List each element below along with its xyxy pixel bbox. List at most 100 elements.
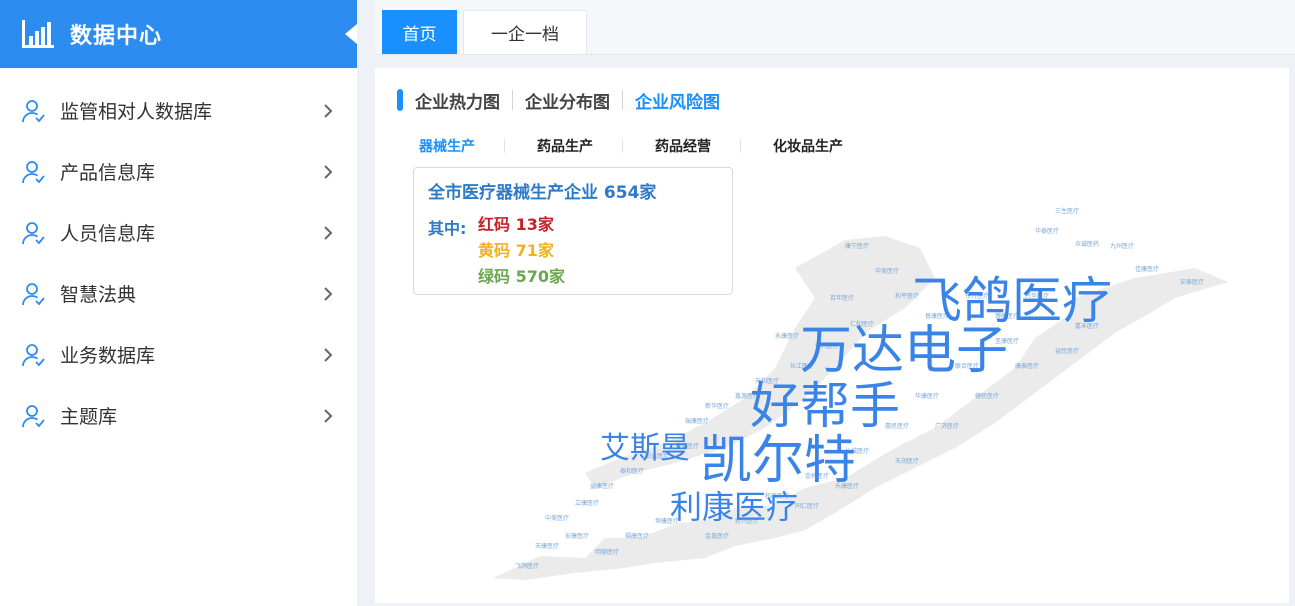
sidebar-item-smart-code[interactable]: 智慧法典 [0, 263, 357, 324]
tab-enterprise-profile[interactable]: 一企一档 [463, 10, 587, 54]
sidebar-item-product-info[interactable]: 产品信息库 [0, 141, 357, 202]
user-icon [20, 342, 46, 368]
svg-text:鑫源医疗: 鑫源医疗 [735, 392, 759, 400]
subtab-marker [397, 89, 403, 111]
svg-text:博爱医疗: 博爱医疗 [675, 442, 699, 450]
red-code-count: 红码 13家 [478, 215, 554, 234]
sidebar-item-label: 监管相对人数据库 [60, 101, 213, 123]
brand-title: 数据中心 [70, 24, 163, 49]
svg-text:兴华医疗: 兴华医疗 [1025, 292, 1049, 300]
summary-title: 全市医疗器械生产企业 654家 [428, 178, 718, 203]
sidebar-item-topic-library[interactable]: 主题库 [0, 385, 357, 446]
bar-chart-icon [20, 18, 56, 50]
svg-text:普康医疗: 普康医疗 [925, 312, 949, 320]
chevron-right-icon [321, 347, 335, 362]
tab-bar: 首页 一企一档 [375, 0, 1295, 55]
svg-text:和平医疗: 和平医疗 [895, 292, 919, 300]
svg-text:佳康医疗: 佳康医疗 [1135, 265, 1159, 273]
tab-home[interactable]: 首页 [382, 10, 457, 54]
sidebar-item-label: 主题库 [60, 406, 118, 428]
yellow-code-count: 黄码 71家 [478, 241, 554, 260]
svg-text:天康医疗: 天康医疗 [535, 542, 559, 550]
sidebar-nav: 监管相对人数据库 产品信息库 人员信息库 智慧法典 业务数据库 主题库 [0, 80, 357, 446]
divider [740, 139, 741, 153]
svg-text:益民医疗: 益民医疗 [1055, 347, 1079, 355]
chevron-right-icon [321, 408, 335, 423]
category-cosmetics-production[interactable]: 化妆品生产 [773, 136, 890, 156]
divider [622, 139, 623, 153]
svg-text:新华医疗: 新华医疗 [705, 402, 729, 410]
word-cloud-word: 利康医疗 [670, 489, 798, 525]
svg-text:泰和医疗: 泰和医疗 [620, 467, 644, 475]
brand-header: 数据中心 [0, 0, 357, 68]
category-drug-production[interactable]: 药品生产 [537, 136, 654, 156]
word-cloud-word: 艾斯曼 [600, 432, 690, 465]
word-cloud-word: 万达电子 [800, 322, 1008, 380]
summary-of-label: 其中: [428, 219, 467, 238]
user-icon [20, 98, 46, 124]
svg-text:康宁医疗: 康宁医疗 [845, 242, 869, 250]
svg-text:益康医疗: 益康医疗 [590, 482, 614, 490]
svg-text:九州医疗: 九州医疗 [1110, 242, 1134, 250]
divider [504, 139, 505, 153]
svg-text:新兴医疗: 新兴医疗 [735, 517, 759, 525]
svg-text:广济医疗: 广济医疗 [935, 422, 959, 430]
svg-text:安康医疗: 安康医疗 [565, 532, 589, 540]
svg-text:天和医疗: 天和医疗 [755, 377, 779, 385]
summary-title-text: 全市医疗器械生产企业 [428, 183, 598, 203]
svg-text:三生医疗: 三生医疗 [1055, 207, 1079, 215]
chevron-right-icon [321, 164, 335, 179]
word-cloud-word: 好帮手 [750, 378, 900, 434]
svg-text:仁和医疗: 仁和医疗 [850, 320, 874, 328]
svg-text:金鑫医疗: 金鑫医疗 [705, 532, 729, 540]
svg-text:立康医疗: 立康医疗 [575, 499, 599, 507]
svg-text:天润医疗: 天润医疗 [895, 457, 919, 465]
subtab-heatmap[interactable]: 企业热力图 [415, 88, 512, 113]
sidebar-item-label: 人员信息库 [60, 223, 156, 245]
category-drug-distribution[interactable]: 药品经营 [655, 136, 772, 156]
svg-text:恒康医疗: 恒康医疗 [655, 517, 679, 525]
svg-text:圣康医疗: 圣康医疗 [995, 337, 1019, 345]
subtab-distribution[interactable]: 企业分布图 [513, 88, 622, 113]
svg-text:康泰医疗: 康泰医疗 [1015, 362, 1039, 370]
svg-text:金桥医疗: 金桥医疗 [805, 472, 829, 480]
view-subtabs: 企业热力图 企业分布图 企业风险图 [397, 88, 732, 113]
svg-text:华泰医疗: 华泰医疗 [1035, 227, 1059, 235]
sidebar-item-label: 智慧法典 [60, 284, 137, 306]
svg-text:飞鸽医疗: 飞鸽医疗 [515, 562, 539, 570]
svg-text:中美医疗: 中美医疗 [545, 514, 569, 522]
summary-breakdown: 其中: 红码 13家 黄码 71家 绿码 570家 [428, 215, 718, 293]
summary-lines: 红码 13家 黄码 71家 绿码 570家 [478, 215, 565, 293]
svg-text:长江医疗: 长江医疗 [790, 362, 814, 370]
svg-text:华康医疗: 华康医疗 [915, 392, 939, 400]
svg-text:众诚医药: 众诚医药 [1075, 240, 1099, 248]
svg-text:惠民医疗: 惠民医疗 [885, 422, 909, 430]
user-icon [20, 403, 46, 429]
sidebar-collapse-notch [345, 24, 357, 44]
content-panel: 三生医疗 华泰医疗 众诚医药 九州医疗 佳康医疗 安泰医疗 康宁医疗 华美医疗 和平医疗 百… [375, 68, 1289, 603]
user-icon [20, 281, 46, 307]
svg-text:联合医疗: 联合医疗 [955, 362, 979, 370]
svg-text:长城医疗: 长城医疗 [845, 447, 869, 455]
sidebar: 数据中心 监管相对人数据库 产品信息库 人员信息库 智慧法典 业务数据库 主题库 [0, 0, 357, 606]
main-area: 首页 一企一档 三生医疗 华泰医疗 众诚医药 九州医疗 佳康医疗 安泰医疗 康宁医疗 华美… [375, 0, 1295, 606]
risk-summary-box: 全市医疗器械生产企业 654家 其中: 红码 13家 黄码 71家 绿码 570… [413, 167, 733, 295]
category-device-production[interactable]: 器械生产 [419, 136, 536, 156]
subtab-risk[interactable]: 企业风险图 [623, 88, 732, 113]
chevron-right-icon [321, 286, 335, 301]
svg-text:乐康医疗: 乐康医疗 [835, 482, 859, 490]
chevron-right-icon [321, 103, 335, 118]
word-cloud-word: 飞鸽医疗 [912, 273, 1112, 329]
sidebar-item-personnel-info[interactable]: 人员信息库 [0, 202, 357, 263]
svg-text:和康医疗: 和康医疗 [765, 492, 789, 500]
svg-text:博康医疗: 博康医疗 [995, 312, 1019, 320]
green-code-count: 绿码 570家 [478, 267, 565, 286]
svg-text:福康医疗: 福康医疗 [625, 532, 649, 540]
sidebar-item-label: 业务数据库 [60, 345, 156, 367]
svg-text:健民医疗: 健民医疗 [975, 392, 999, 400]
sidebar-item-business-data[interactable]: 业务数据库 [0, 324, 357, 385]
sidebar-item-regulated-entities[interactable]: 监管相对人数据库 [0, 80, 357, 141]
word-cloud-word: 凯尔特 [700, 432, 856, 490]
summary-total: 654家 [603, 183, 657, 203]
category-tabs: 器械生产 药品生产 药品经营 化妆品生产 [419, 136, 890, 156]
